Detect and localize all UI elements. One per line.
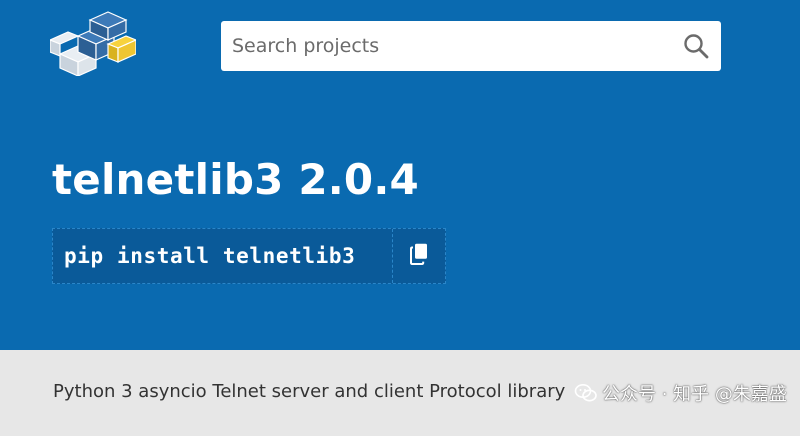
site-header [0, 0, 800, 99]
pip-install-box: pip install telnetlib3 [52, 228, 446, 284]
search-box [221, 21, 721, 71]
watermark: 公众号 · 知乎 @朱嘉盛 [574, 380, 787, 406]
install-command[interactable]: pip install telnetlib3 [53, 229, 392, 283]
copy-icon [410, 243, 428, 269]
package-header: telnetlib3 2.0.4 pip install telnetlib3 [0, 99, 800, 350]
wechat-icon [574, 381, 598, 405]
package-summary: Python 3 asyncio Telnet server and clien… [53, 381, 566, 402]
copy-button[interactable] [393, 229, 445, 283]
search-icon[interactable] [683, 33, 709, 59]
search-input[interactable] [221, 21, 661, 71]
watermark-text: 公众号 · 知乎 @朱嘉盛 [602, 384, 787, 405]
package-title: telnetlib3 2.0.4 [52, 155, 419, 204]
pypi-logo-icon[interactable] [48, 10, 138, 77]
